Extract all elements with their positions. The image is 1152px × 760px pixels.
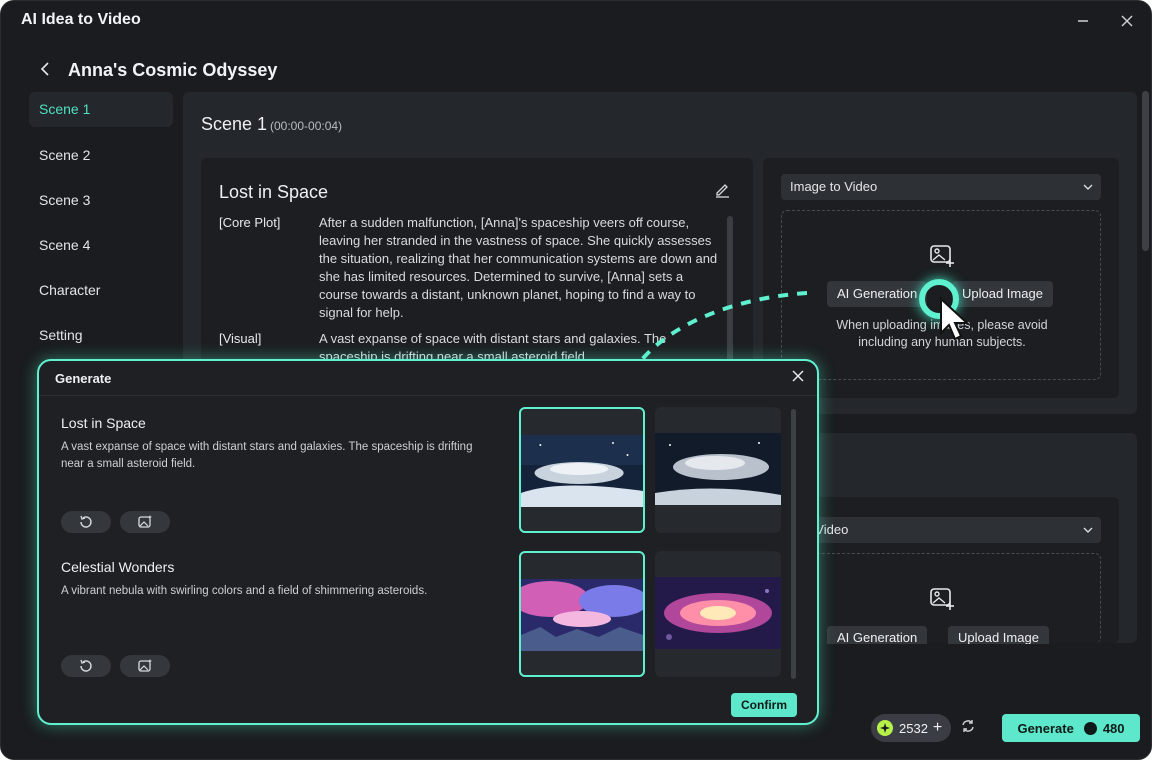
ai-image-icon (138, 659, 152, 672)
title-bar: AI Idea to Video (1, 1, 1151, 41)
confirm-button[interactable]: Confirm (731, 693, 797, 717)
visual-label: [Visual] (219, 331, 262, 346)
dialog-scrollbar[interactable] (791, 409, 796, 679)
sidebar-item-scene-4[interactable]: Scene 4 (29, 227, 173, 272)
nebula-image (521, 579, 643, 651)
chevron-down-icon (1083, 174, 1093, 200)
dialog-close-icon[interactable] (791, 369, 809, 387)
credits-badge[interactable]: 2532 + (871, 714, 951, 742)
ai-image-button[interactable] (120, 655, 170, 677)
back-arrow-icon[interactable] (35, 59, 55, 79)
add-image-icon (928, 584, 956, 612)
thumbnail-spaceship-1[interactable] (519, 407, 645, 533)
galaxy-image (655, 577, 781, 649)
thumbnail-spaceship-2[interactable] (655, 407, 781, 533)
add-credits-icon[interactable]: + (933, 719, 942, 737)
main-scrollbar[interactable] (1142, 91, 1149, 251)
item-2-desc: A vibrant nebula with swirling colors an… (61, 585, 428, 597)
ai-generation-button-2[interactable]: AI Generation (827, 626, 928, 644)
generate-dialog: Generate Lost in Space A vast expanse of… (37, 359, 819, 725)
edit-pencil-icon[interactable] (713, 180, 733, 200)
sidebar-item-scene-1[interactable]: Scene 1 (29, 92, 173, 127)
scene-sidebar: Scene 1 Scene 2 Scene 3 Scene 4 Characte… (29, 92, 173, 362)
mode-select-2[interactable]: e to Video (781, 517, 1101, 543)
mouse-pointer-icon (940, 297, 970, 341)
app-window: AI Idea to Video Anna's Cosmic Odyssey S… (0, 0, 1152, 760)
item-2-title: Celestial Wonders (61, 559, 175, 575)
item-1-desc: A vast expanse of space with distant sta… (61, 441, 473, 470)
regenerate-icon (80, 659, 92, 672)
credit-coin-icon (877, 720, 893, 736)
credits-value: 2532 (899, 720, 928, 736)
scene-card-title: Lost in Space (219, 182, 329, 202)
image-drop-zone-2[interactable]: AI Generation Upload Image (781, 553, 1101, 644)
scene-time: (00:00-00:04) (270, 119, 343, 133)
add-image-icon (928, 241, 956, 269)
upload-image-button-2[interactable]: Upload Image (948, 626, 1049, 644)
generate-label: Generate (1017, 720, 1074, 736)
ai-generation-button[interactable]: AI Generation (827, 281, 928, 307)
dialog-divider (39, 395, 817, 396)
sidebar-item-scene-3[interactable]: Scene 3 (29, 182, 173, 227)
mode-select[interactable]: Image to Video (781, 174, 1101, 200)
sidebar-item-setting[interactable]: Setting (29, 317, 173, 362)
ai-image-icon (138, 515, 152, 528)
project-title: Anna's Cosmic Odyssey (68, 60, 278, 80)
regenerate-button[interactable] (61, 655, 111, 677)
regenerate-icon (80, 515, 92, 528)
generate-button[interactable]: Generate 480 (1002, 714, 1140, 742)
thumbnail-nebula-1[interactable] (519, 551, 645, 677)
cost-coin-icon (1083, 721, 1097, 735)
chevron-down-icon (1083, 517, 1093, 543)
scene-title: Scene 1 (201, 114, 268, 134)
dialog-title: Generate (55, 371, 112, 386)
spaceship-image-alt (655, 433, 781, 505)
item-1-title: Lost in Space (61, 415, 146, 431)
mode-select-value: Image to Video (790, 179, 878, 194)
close-icon[interactable] (1115, 9, 1139, 33)
regenerate-button[interactable] (61, 511, 111, 533)
app-title: AI Idea to Video (21, 11, 141, 28)
spaceship-image (521, 435, 643, 507)
ai-image-button[interactable] (120, 511, 170, 533)
minimize-icon[interactable] (1071, 9, 1095, 33)
sidebar-item-scene-2[interactable]: Scene 2 (29, 137, 173, 182)
core-plot-label: [Core Plot] (219, 215, 281, 230)
thumbnail-galaxy-2[interactable] (655, 551, 781, 677)
refresh-icon[interactable] (959, 717, 979, 737)
sidebar-item-character[interactable]: Character (29, 272, 173, 317)
generate-cost: 480 (1102, 720, 1125, 736)
